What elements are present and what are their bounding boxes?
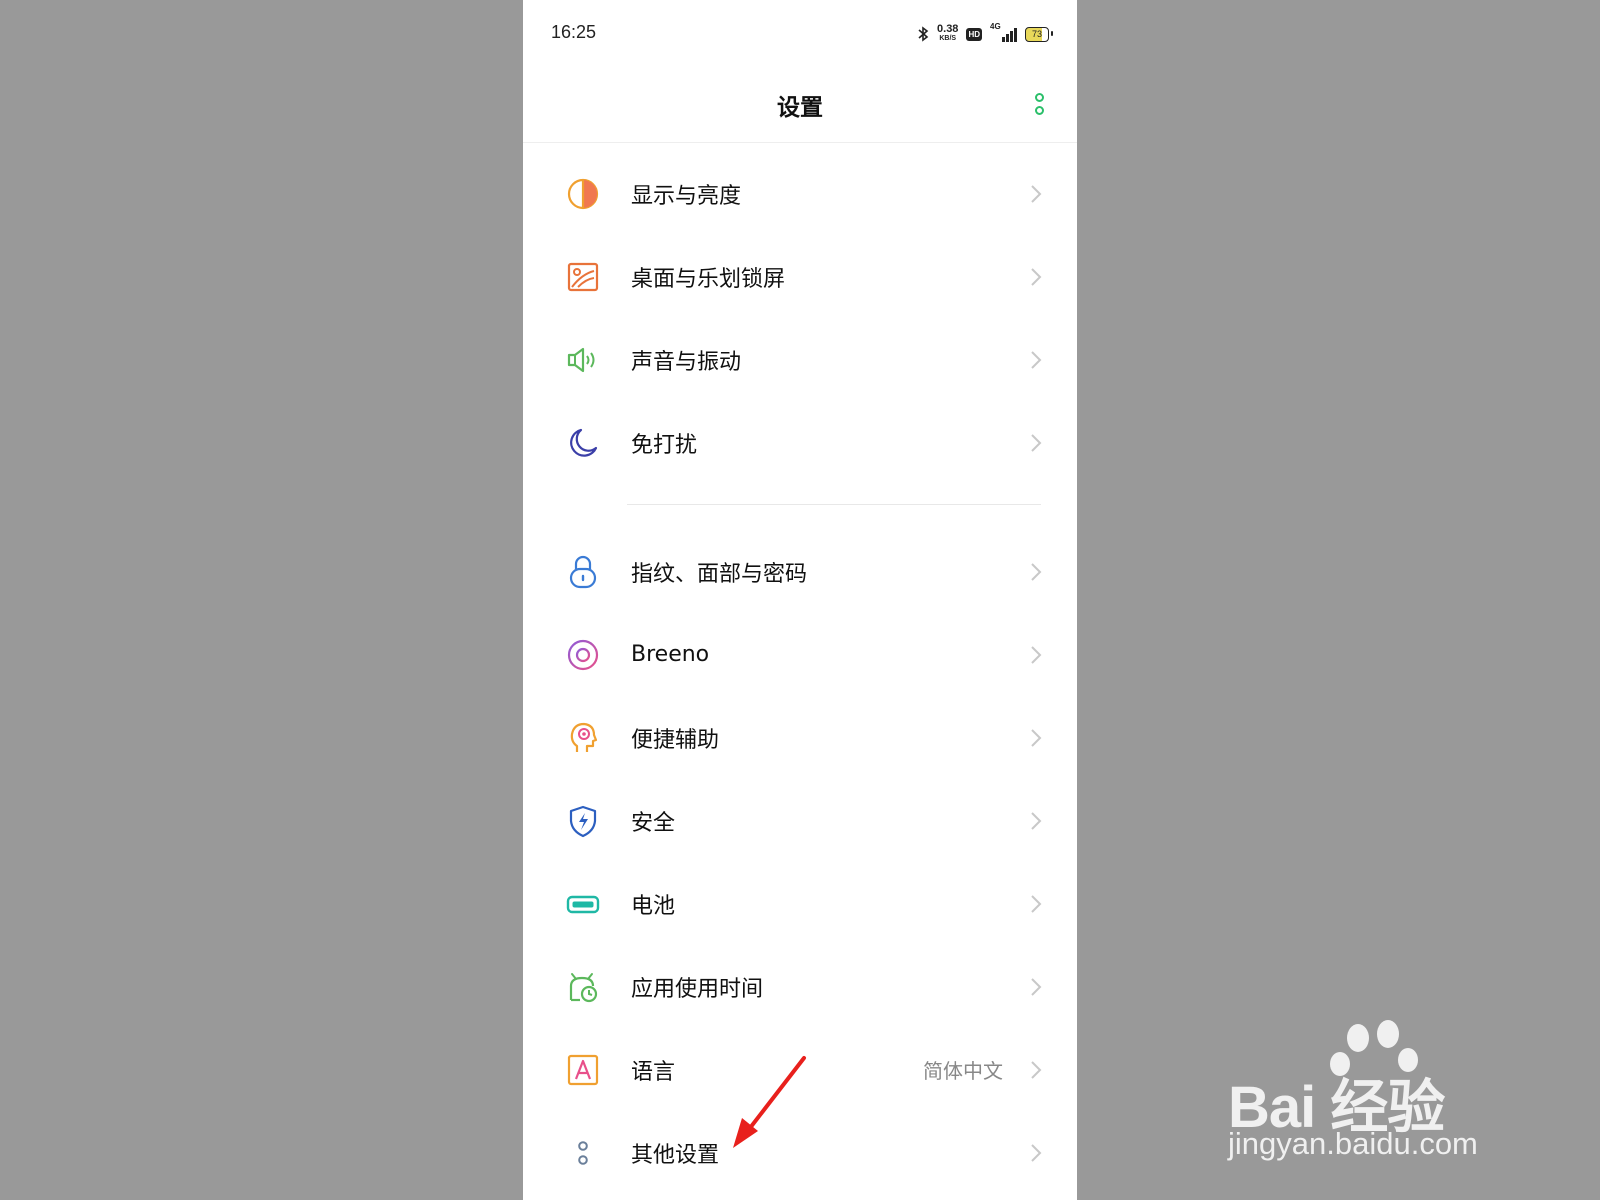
wallpaper-icon — [565, 259, 601, 295]
assist-head-icon — [565, 720, 601, 756]
group-divider — [523, 484, 1077, 530]
settings-item-label: 桌面与乐划锁屏 — [631, 266, 786, 292]
settings-item-wallpaper[interactable]: 桌面与乐划锁屏 — [523, 235, 1077, 318]
header: 设置 — [523, 66, 1077, 143]
settings-item-label: 声音与振动 — [631, 349, 742, 375]
settings-item-label: 语言 — [631, 1059, 676, 1085]
settings-item-label: 电池 — [631, 893, 676, 919]
display-brightness-icon — [565, 176, 601, 212]
settings-item-fingerprint[interactable]: 指纹、面部与密码 — [523, 530, 1077, 613]
battery-icon: 73 — [1025, 26, 1053, 42]
settings-item-app-time[interactable]: 应用使用时间 — [523, 945, 1077, 1028]
chevron-right-icon — [1031, 645, 1042, 664]
chevron-right-icon — [1031, 1060, 1042, 1079]
settings-item-label: 指纹、面部与密码 — [631, 561, 808, 587]
shield-icon — [565, 803, 601, 839]
settings-item-label: 应用使用时间 — [631, 976, 764, 1002]
app-time-icon — [565, 969, 601, 1005]
settings-item-label: 显示与亮度 — [631, 183, 742, 209]
net-speed: 0.38 KB/S — [937, 23, 959, 43]
settings-item-display[interactable]: 显示与亮度 — [523, 152, 1077, 235]
chevron-right-icon — [1031, 184, 1042, 203]
settings-item-label: Breeno — [631, 642, 710, 667]
signal-icon: 4G — [990, 22, 1017, 42]
chevron-right-icon — [1031, 728, 1042, 747]
settings-item-language[interactable]: 语言 简体中文 — [523, 1028, 1077, 1111]
settings-item-label: 其他设置 — [631, 1142, 720, 1168]
bluetooth-icon — [918, 26, 929, 42]
hd-icon: HD — [966, 27, 982, 41]
watermark-url: jingyan.baidu.com — [1228, 1126, 1478, 1161]
other-settings-icon — [565, 1135, 601, 1171]
settings-list: 显示与亮度 桌面与乐划锁屏 声音与振动 免打扰 指纹、面部与密码 Breeno … — [523, 152, 1077, 1194]
battery-setting-icon — [565, 886, 601, 922]
settings-item-label: 免打扰 — [631, 432, 698, 458]
lock-icon — [565, 554, 601, 590]
status-bar: 16:25 0.38 KB/S HD 4G 73 — [523, 0, 1077, 66]
settings-item-security[interactable]: 安全 — [523, 779, 1077, 862]
settings-item-breeno[interactable]: Breeno — [523, 613, 1077, 696]
status-time: 16:25 — [551, 22, 597, 42]
moon-icon — [565, 425, 601, 461]
phone-screen: 16:25 0.38 KB/S HD 4G 73 设置 显示与亮度 桌面与乐划锁… — [523, 0, 1077, 1200]
page-title: 设置 — [777, 95, 823, 121]
chevron-right-icon — [1031, 811, 1042, 830]
speaker-icon — [565, 342, 601, 378]
chevron-right-icon — [1031, 350, 1042, 369]
chevron-right-icon — [1031, 433, 1042, 452]
settings-item-sound[interactable]: 声音与振动 — [523, 318, 1077, 401]
chevron-right-icon — [1031, 267, 1042, 286]
chevron-right-icon — [1031, 894, 1042, 913]
baidu-jingyan-watermark: Bai 经验 jingyan.baidu.com — [1228, 1018, 1528, 1168]
settings-item-battery[interactable]: 电池 — [523, 862, 1077, 945]
language-icon — [565, 1052, 601, 1088]
chevron-right-icon — [1031, 977, 1042, 996]
status-icons: 0.38 KB/S HD 4G 73 — [917, 22, 1053, 46]
settings-item-label: 安全 — [631, 810, 676, 836]
language-value: 简体中文 — [923, 1059, 1003, 1083]
network-type: 4G — [990, 22, 1001, 31]
settings-item-label: 便捷辅助 — [631, 727, 720, 753]
chevron-right-icon — [1031, 562, 1042, 581]
more-vertical-icon[interactable] — [1029, 90, 1049, 118]
breeno-icon — [565, 637, 601, 673]
settings-item-other[interactable]: 其他设置 — [523, 1111, 1077, 1194]
chevron-right-icon — [1031, 1143, 1042, 1162]
settings-item-assist[interactable]: 便捷辅助 — [523, 696, 1077, 779]
settings-item-dnd[interactable]: 免打扰 — [523, 401, 1077, 484]
